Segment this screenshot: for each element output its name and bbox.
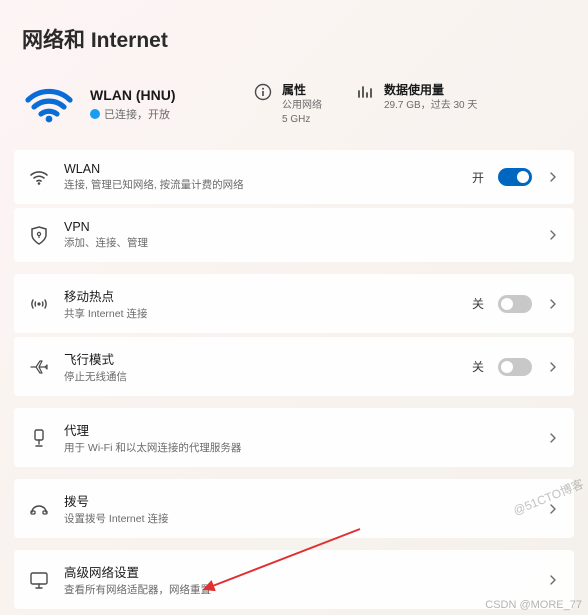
dialup-title: 拨号 — [64, 491, 532, 510]
advanced-desc: 查看所有网络适配器，网络重置 — [64, 582, 532, 597]
info-icon — [254, 83, 272, 101]
vpn-title: VPN — [64, 220, 532, 234]
wifi-icon — [22, 76, 76, 130]
hotspot-desc: 共享 Internet 连接 — [64, 306, 458, 321]
properties-label: 属性 — [282, 81, 322, 98]
dialup-icon — [28, 498, 50, 520]
airplane-icon — [28, 356, 50, 378]
hotspot-title: 移动热点 — [64, 286, 458, 305]
connection-name: WLAN (HNU) — [90, 87, 210, 103]
proxy-desc: 用于 Wi-Fi 和以太网连接的代理服务器 — [64, 440, 532, 455]
data-usage-icon — [356, 83, 374, 101]
row-dialup[interactable]: 拨号 设置拨号 Internet 连接 — [14, 479, 574, 538]
wlan-desc: 连接, 管理已知网络, 按流量计费的网络 — [64, 177, 458, 192]
data-usage-link[interactable]: 数据使用量 29.7 GB，过去 30 天 — [356, 81, 477, 126]
proxy-icon — [28, 427, 50, 449]
hotspot-icon — [28, 293, 50, 315]
dialup-desc: 设置拨号 Internet 连接 — [64, 511, 532, 526]
page-title: 网络和 Internet — [22, 24, 566, 54]
usage-label: 数据使用量 — [384, 81, 477, 98]
row-proxy[interactable]: 代理 用于 Wi-Fi 和以太网连接的代理服务器 — [14, 408, 574, 467]
monitor-icon — [28, 569, 50, 591]
wlan-title: WLAN — [64, 162, 458, 176]
proxy-title: 代理 — [64, 420, 532, 439]
airplane-state: 关 — [472, 358, 484, 375]
usage-value: 29.7 GB，过去 30 天 — [384, 99, 477, 112]
shield-icon — [28, 224, 50, 246]
row-vpn[interactable]: VPN 添加、连接、管理 — [14, 208, 574, 262]
row-hotspot[interactable]: 移动热点 共享 Internet 连接 关 — [14, 274, 574, 333]
advanced-title: 高级网络设置 — [64, 562, 532, 581]
properties-line1: 公用网络 — [282, 99, 322, 112]
connection-status: 已连接，开放 — [104, 106, 170, 122]
vpn-desc: 添加、连接、管理 — [64, 235, 532, 250]
row-airplane[interactable]: 飞行模式 停止无线通信 关 — [14, 337, 574, 396]
wifi-small-icon — [28, 166, 50, 188]
airplane-desc: 停止无线通信 — [64, 369, 458, 384]
globe-icon — [90, 109, 100, 119]
hotspot-state: 关 — [472, 295, 484, 312]
wlan-state: 开 — [472, 169, 484, 186]
watermark-bottom: CSDN @MORE_77 — [485, 599, 582, 611]
wlan-toggle[interactable] — [498, 168, 532, 186]
airplane-title: 飞行模式 — [64, 349, 458, 368]
chevron-right-icon — [546, 573, 560, 587]
hotspot-toggle[interactable] — [498, 295, 532, 313]
airplane-toggle[interactable] — [498, 358, 532, 376]
properties-link[interactable]: 属性 公用网络 5 GHz — [254, 81, 322, 126]
properties-line2: 5 GHz — [282, 113, 322, 126]
row-wlan[interactable]: WLAN 连接, 管理已知网络, 按流量计费的网络 开 — [14, 150, 574, 204]
chevron-right-icon — [546, 360, 560, 374]
chevron-right-icon — [546, 228, 560, 242]
connection-status-panel: WLAN (HNU) 已连接，开放 属性 公用网络 5 GHz 数据使用量 29… — [0, 66, 588, 150]
chevron-right-icon — [546, 431, 560, 445]
chevron-right-icon — [546, 170, 560, 184]
chevron-right-icon — [546, 297, 560, 311]
